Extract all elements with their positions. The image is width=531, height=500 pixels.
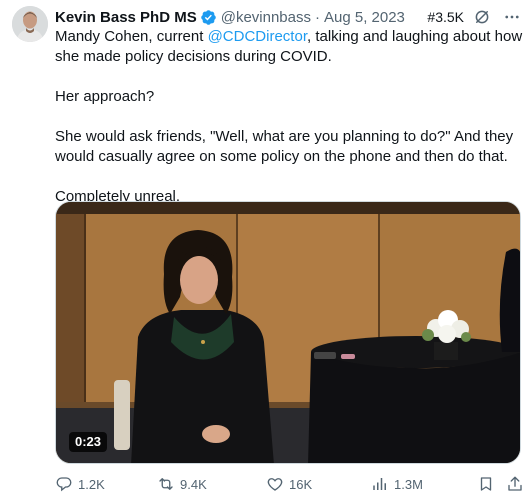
bookmark-icon xyxy=(480,477,492,491)
like-button[interactable]: 16K xyxy=(266,472,312,496)
like-count: 16K xyxy=(289,476,313,492)
tweet[interactable]: Kevin Bass PhD MS @kevinnbass · Aug 5, 2… xyxy=(0,0,531,500)
tweet-date[interactable]: Aug 5, 2023 xyxy=(324,9,405,26)
mention-link[interactable]: @CDCDirector xyxy=(208,28,307,45)
more-icon[interactable] xyxy=(503,8,521,26)
repost-icon xyxy=(159,478,173,490)
tweet-paragraph-2: Her approach? xyxy=(55,88,155,105)
avatar-image xyxy=(12,6,48,42)
rank-badge: #3.5K xyxy=(427,9,464,25)
repost-button[interactable]: 9.4K xyxy=(157,472,207,496)
share-icon xyxy=(508,476,522,491)
verified-badge-icon xyxy=(200,9,216,25)
repost-count: 9.4K xyxy=(180,476,207,492)
reply-icon xyxy=(56,477,72,492)
tweet-paragraph-3: She would ask friends, "Well, what are y… xyxy=(55,128,514,165)
header-separator: · xyxy=(315,8,320,26)
grok-icon[interactable] xyxy=(473,8,491,26)
like-icon xyxy=(267,478,283,491)
author-display-name[interactable]: Kevin Bass PhD MS xyxy=(55,9,197,26)
reply-count: 1.2K xyxy=(78,476,105,492)
tweet-paragraph-1: Mandy Cohen, current @CDCDirector, talki… xyxy=(55,27,525,67)
views-count: 1.3M xyxy=(394,476,423,492)
views-button[interactable]: 1.3M xyxy=(371,472,423,496)
video-player[interactable]: 0:23 xyxy=(55,201,521,464)
author-handle[interactable]: @kevinnbass xyxy=(221,9,311,26)
bookmark-button[interactable] xyxy=(477,472,500,496)
avatar[interactable] xyxy=(12,6,48,42)
video-frame xyxy=(56,202,520,463)
tweet-text: Mandy Cohen, current @CDCDirector, talki… xyxy=(55,27,525,207)
tweet-top-right: #3.5K xyxy=(427,7,521,27)
video-duration: 0:23 xyxy=(69,432,108,452)
share-button[interactable] xyxy=(506,472,529,496)
paragraph-1-prefix: Mandy Cohen, current xyxy=(55,28,208,45)
views-icon xyxy=(373,478,386,490)
reply-button[interactable]: 1.2K xyxy=(55,472,105,496)
action-bar: 1.2K 9.4K 16K 1.3M xyxy=(55,472,525,496)
tweet-header: Kevin Bass PhD MS @kevinnbass · Aug 5, 2… xyxy=(55,7,405,27)
